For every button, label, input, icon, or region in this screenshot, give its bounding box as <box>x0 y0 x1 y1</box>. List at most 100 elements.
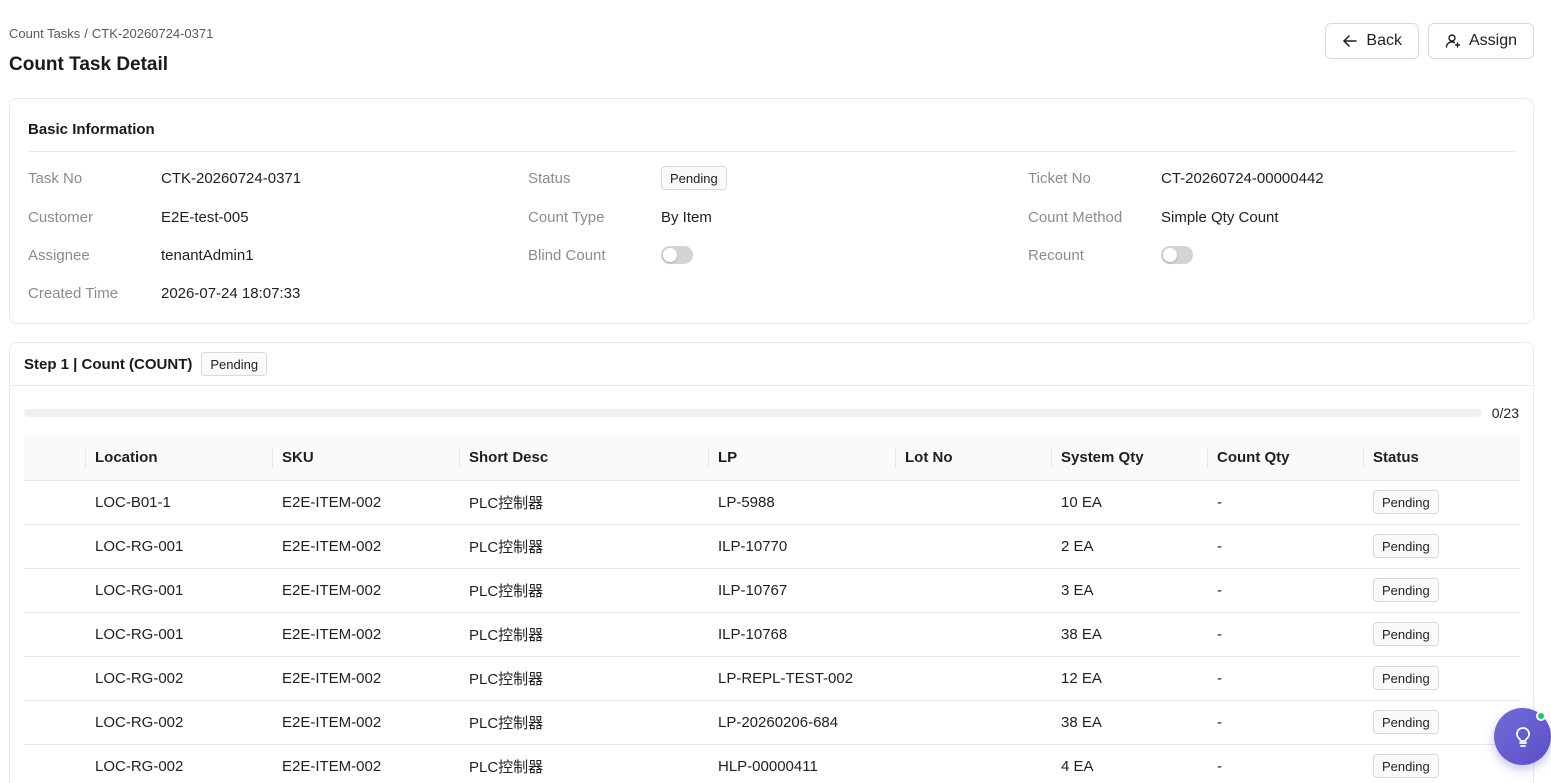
assignee-value: tenantAdmin1 <box>161 246 254 264</box>
breadcrumb: Count Tasks / CTK-20260724-0371 <box>9 26 213 41</box>
count-method-field: Count Method Simple Qty Count <box>1028 205 1279 229</box>
step-status-badge: Pending <box>201 352 268 376</box>
recount-toggle[interactable] <box>1161 246 1193 264</box>
count-qty-cell: - <box>1207 700 1363 745</box>
sku-cell: E2E-ITEM-002 <box>272 612 459 657</box>
lot-no-cell <box>895 568 1051 613</box>
page-title: Count Task Detail <box>9 54 169 75</box>
status-cell: Pending <box>1363 612 1520 657</box>
short-desc-cell: PLC控制器 <box>459 744 708 783</box>
row-status-badge: Pending <box>1373 710 1439 734</box>
lp-cell: LP-REPL-TEST-002 <box>708 656 895 701</box>
table-row[interactable]: LOC-RG-002 E2E-ITEM-002 PLC控制器 LP-20260206-… <box>24 700 1520 745</box>
count-qty-cell: - <box>1207 480 1363 525</box>
blind-count-label: Blind Count <box>528 246 606 264</box>
created-time-label: Created Time <box>28 284 119 302</box>
lp-cell: HLP-00000411 <box>708 744 895 783</box>
table-row[interactable]: LOC-RG-001 E2E-ITEM-002 PLC控制器 ILP-10767 3 E… <box>24 568 1520 613</box>
lot-no-cell <box>895 480 1051 525</box>
table-row[interactable]: LOC-RG-001 E2E-ITEM-002 PLC控制器 ILP-10768 38 … <box>24 612 1520 657</box>
column-header-selection <box>24 436 85 481</box>
lp-cell: LP-5988 <box>708 480 895 525</box>
online-status-dot <box>1536 711 1546 721</box>
count-type-label: Count Type <box>528 208 605 226</box>
system-qty-cell: 3 EA <box>1051 568 1207 613</box>
column-header-sku[interactable]: SKU <box>272 436 459 481</box>
location-cell: LOC-B01-1 <box>85 480 272 525</box>
table-row[interactable]: LOC-B01-1 E2E-ITEM-002 PLC控制器 LP-5988 10 EA -… <box>24 480 1520 525</box>
column-header-count-qty[interactable]: Count Qty <box>1207 436 1363 481</box>
system-qty-cell: 38 EA <box>1051 612 1207 657</box>
count-qty-cell: - <box>1207 612 1363 657</box>
back-button-label: Back <box>1366 32 1402 49</box>
table-header-row: Location SKU Short Desc LP Lot No System… <box>24 436 1520 481</box>
system-qty-cell: 38 EA <box>1051 700 1207 745</box>
lp-cell: LP-20260206-684 <box>708 700 895 745</box>
sku-cell: E2E-ITEM-002 <box>272 656 459 701</box>
system-qty-cell: 10 EA <box>1051 480 1207 525</box>
ticket-no-label: Ticket No <box>1028 169 1091 187</box>
location-cell: LOC-RG-001 <box>85 568 272 613</box>
breadcrumb-separator: / <box>84 26 88 41</box>
customer-value: E2E-test-005 <box>161 208 249 226</box>
location-cell: LOC-RG-001 <box>85 612 272 657</box>
lot-no-cell <box>895 612 1051 657</box>
table-row[interactable]: LOC-RG-001 E2E-ITEM-002 PLC控制器 ILP-10770 2 E… <box>24 524 1520 569</box>
system-qty-cell: 4 EA <box>1051 744 1207 783</box>
row-selection-cell <box>24 568 85 613</box>
basic-information-card: Basic Information Task No CTK-20260724-0… <box>9 98 1534 324</box>
customer-field: Customer E2E-test-005 <box>28 205 249 229</box>
location-cell: LOC-RG-002 <box>85 656 272 701</box>
location-cell: LOC-RG-002 <box>85 744 272 783</box>
step-progress: 0/23 <box>24 403 1519 423</box>
step-title: Step 1 | Count (COUNT) <box>24 355 193 373</box>
sku-cell: E2E-ITEM-002 <box>272 524 459 569</box>
row-status-badge: Pending <box>1373 578 1439 602</box>
column-header-lot-no[interactable]: Lot No <box>895 436 1051 481</box>
table-row[interactable]: LOC-RG-002 E2E-ITEM-002 PLC控制器 HLP-00000411… <box>24 744 1520 783</box>
recount-label: Recount <box>1028 246 1084 264</box>
user-plus-icon <box>1445 34 1461 48</box>
blind-count-toggle[interactable] <box>661 246 693 264</box>
location-cell: LOC-RG-002 <box>85 700 272 745</box>
status-label: Status <box>528 169 571 187</box>
count-qty-cell: - <box>1207 568 1363 613</box>
breadcrumb-current: CTK-20260724-0371 <box>91 26 214 41</box>
column-header-short-desc[interactable]: Short Desc <box>459 436 708 481</box>
status-cell: Pending <box>1363 568 1520 613</box>
status-cell: Pending <box>1363 524 1520 569</box>
system-qty-cell: 2 EA <box>1051 524 1207 569</box>
task-no-field: Task No CTK-20260724-0371 <box>28 166 301 190</box>
customer-label: Customer <box>28 208 94 226</box>
table-row[interactable]: LOC-RG-002 E2E-ITEM-002 PLC控制器 LP-REPL-TEST… <box>24 656 1520 701</box>
breadcrumb-parent-link[interactable]: Count Tasks <box>9 26 80 41</box>
count-qty-cell: - <box>1207 524 1363 569</box>
row-selection-cell <box>24 656 85 701</box>
short-desc-cell: PLC控制器 <box>459 612 708 657</box>
step-count-card: Step 1 | Count (COUNT) Pending 0/23 Loca… <box>9 342 1534 783</box>
progress-text: 0/23 <box>1491 405 1519 421</box>
assistant-button[interactable] <box>1494 708 1551 765</box>
header-actions: Back Assign <box>1325 23 1534 59</box>
row-status-badge: Pending <box>1373 490 1439 514</box>
count-type-field: Count Type By Item <box>528 205 712 229</box>
sku-cell: E2E-ITEM-002 <box>272 700 459 745</box>
sku-cell: E2E-ITEM-002 <box>272 480 459 525</box>
task-no-value: CTK-20260724-0371 <box>161 169 302 187</box>
column-header-status[interactable]: Status <box>1363 436 1520 481</box>
column-header-lp[interactable]: LP <box>708 436 895 481</box>
status-cell: Pending <box>1363 656 1520 701</box>
short-desc-cell: PLC控制器 <box>459 524 708 569</box>
count-qty-cell: - <box>1207 656 1363 701</box>
back-button[interactable]: Back <box>1325 23 1419 59</box>
assignee-field: Assignee tenantAdmin1 <box>28 243 254 267</box>
row-selection-cell <box>24 700 85 745</box>
count-items-table: Location SKU Short Desc LP Lot No System… <box>24 436 1520 783</box>
system-qty-cell: 12 EA <box>1051 656 1207 701</box>
row-status-badge: Pending <box>1373 754 1439 778</box>
column-header-system-qty[interactable]: System Qty <box>1051 436 1207 481</box>
short-desc-cell: PLC控制器 <box>459 568 708 613</box>
assign-button[interactable]: Assign <box>1427 23 1534 59</box>
column-header-location[interactable]: Location <box>85 436 272 481</box>
location-cell: LOC-RG-001 <box>85 524 272 569</box>
